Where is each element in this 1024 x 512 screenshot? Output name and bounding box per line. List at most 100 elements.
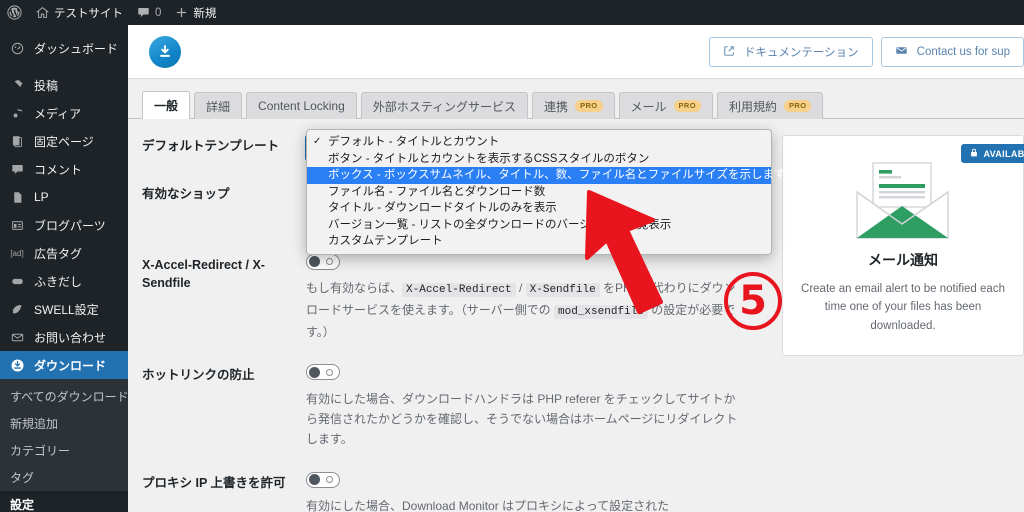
external-link-icon bbox=[723, 45, 735, 60]
sidebar-item-ad-tags[interactable]: [ad] 広告タグ bbox=[0, 239, 128, 267]
envelope-icon bbox=[895, 44, 908, 60]
setting-label: X-Accel-Redirect / X-Sendfile bbox=[142, 257, 265, 291]
plus-icon bbox=[175, 6, 188, 19]
sidebar-item-media[interactable]: メディア bbox=[0, 99, 128, 127]
default-template-dropdown[interactable]: ✓ デフォルト - タイトルとカウント ボタン - タイトルとカウントを表示する… bbox=[306, 129, 796, 255]
tab-email[interactable]: メール PRO bbox=[618, 92, 713, 119]
sidebar-item-blog-parts[interactable]: ブログパーツ bbox=[0, 211, 128, 239]
sidebar-item-download[interactable]: ダウンロード bbox=[0, 351, 128, 379]
x-accel-toggle[interactable] bbox=[306, 253, 340, 270]
setting-row-hotlink: ホットリンクの防止 有効にした場合、ダウンロードハンドラは PHP refere… bbox=[142, 364, 768, 450]
content-area: ドキュメンテーション Contact us for sup 一般 詳細 Cont… bbox=[128, 25, 1024, 512]
tab-integration[interactable]: 連携 PRO bbox=[532, 92, 615, 119]
tab-label: メール bbox=[630, 99, 667, 114]
tab-terms[interactable]: 利用規約 PRO bbox=[716, 92, 824, 119]
code-x-sendfile: X-Sendfile bbox=[525, 283, 600, 298]
new-content-item[interactable]: 新規 bbox=[168, 0, 223, 25]
tab-label: 詳細 bbox=[206, 99, 231, 114]
dropdown-option[interactable]: ✓ デフォルト - タイトルとカウント bbox=[307, 134, 771, 151]
sidebar-item-dashboard[interactable]: ダッシュボード bbox=[0, 34, 128, 62]
settings-column: デフォルトテンプレート ✓ デフォルト - タイトルとカウント ボタン - タイ… bbox=[142, 129, 796, 512]
blocks-icon bbox=[8, 219, 26, 232]
tab-general[interactable]: 一般 bbox=[142, 91, 191, 119]
dropdown-option-highlighted[interactable]: ボックス - ボックスサムネイル、タイトル、数、ファイル名とファイルサイズを示し… bbox=[307, 167, 796, 184]
dropdown-option[interactable]: カスタムテンプレート bbox=[307, 233, 771, 250]
home-icon bbox=[36, 6, 49, 19]
documentation-button[interactable]: ドキュメンテーション bbox=[708, 37, 873, 67]
hotlink-toggle[interactable] bbox=[306, 364, 340, 381]
sidebar-item-comments[interactable]: コメント bbox=[0, 155, 128, 183]
sidebar-item-posts[interactable]: 投稿 bbox=[0, 71, 128, 99]
header-actions: ドキュメンテーション Contact us for sup bbox=[708, 37, 1024, 67]
toggle-knob bbox=[309, 366, 320, 378]
dropdown-option-label: ボタン - タイトルとカウントを表示するCSSスタイルのボタン bbox=[328, 152, 650, 165]
sidebar-item-balloon[interactable]: ふきだし bbox=[0, 267, 128, 295]
setting-field: もし有効ならば、 X-Accel-Redirect / X-Sendfile をP… bbox=[306, 253, 768, 342]
dashboard-icon bbox=[8, 42, 26, 55]
tab-external-hosting[interactable]: 外部ホスティングサービス bbox=[360, 92, 529, 119]
sidebar-item-lp[interactable]: LP bbox=[0, 183, 128, 211]
submenu-item-all-downloads[interactable]: すべてのダウンロード bbox=[0, 383, 129, 410]
comments-item[interactable]: 0 bbox=[130, 0, 168, 25]
code-x-accel-redirect: X-Accel-Redirect bbox=[402, 283, 516, 298]
dropdown-option[interactable]: ファイル名 - ファイル名とダウンロード数 bbox=[307, 184, 771, 201]
promo-card-email-notification: AVAILABLE WITH bbox=[782, 135, 1024, 357]
setting-row-proxy-ip: プロキシ IP 上書きを許可 有効にした場合、Download Monitor … bbox=[142, 471, 768, 512]
dropdown-option-label: カスタムテンプレート bbox=[328, 235, 443, 247]
dropdown-option[interactable]: ボタン - タイトルとカウントを表示するCSSスタイルのボタン bbox=[307, 151, 771, 168]
menu-spacer-top bbox=[0, 25, 128, 34]
dropdown-option-label: ファイル名 - ファイル名とダウンロード数 bbox=[328, 185, 546, 198]
tab-label: 利用規約 bbox=[728, 99, 777, 114]
comments-count: 0 bbox=[155, 6, 162, 19]
dropdown-option[interactable]: バージョン一覧 - リストの全ダウンロードのバージョンを一覧表示 bbox=[307, 217, 771, 234]
toggle-hole bbox=[326, 368, 333, 376]
sidebar-item-label: ダウンロード bbox=[34, 358, 107, 373]
sidebar-item-pages[interactable]: 固定ページ bbox=[0, 127, 128, 155]
sidebar-item-swell[interactable]: SWELL設定 bbox=[0, 295, 128, 323]
open-envelope-icon bbox=[799, 162, 1007, 240]
submenu-item-settings[interactable]: 設定 bbox=[0, 491, 128, 512]
toggle-knob bbox=[309, 474, 320, 486]
plugin-header: ドキュメンテーション Contact us for sup bbox=[128, 25, 1024, 79]
setting-label: デフォルトテンプレート bbox=[142, 139, 280, 153]
wordpress-logo-item[interactable] bbox=[0, 0, 29, 25]
setting-row-default-template: デフォルトテンプレート ✓ デフォルト - タイトルとカウント ボタン - タイ… bbox=[142, 129, 796, 255]
sidebar-item-label: SWELL設定 bbox=[34, 302, 99, 317]
tab-content-locking[interactable]: Content Locking bbox=[246, 92, 357, 119]
admin-sidebar: ダッシュボード 投稿 メディア 固定ページ コメント LP ブログパーツ [ad… bbox=[0, 25, 129, 512]
sidebar-item-label: ふきだし bbox=[34, 274, 83, 289]
pin-icon bbox=[8, 79, 26, 92]
pro-badge: PRO bbox=[673, 100, 701, 112]
setting-description: もし有効ならば、 X-Accel-Redirect / X-Sendfile をP… bbox=[306, 278, 746, 342]
proxy-ip-toggle[interactable] bbox=[306, 471, 340, 488]
promo-title: メール通知 bbox=[868, 252, 938, 268]
screen: テストサイト 0 新規 ダッシュボード 投稿 メディア 固定ページ コメント L… bbox=[0, 0, 1024, 512]
download-icon bbox=[8, 358, 26, 373]
sidebar-item-label: コメント bbox=[34, 162, 83, 177]
tab-advanced[interactable]: 詳細 bbox=[194, 92, 243, 119]
download-submenu: すべてのダウンロード 新規追加 カテゴリー タグ 設定 bbox=[0, 379, 129, 512]
tab-label: 外部ホスティングサービス bbox=[372, 99, 517, 114]
sidebar-item-label: ダッシュボード bbox=[34, 41, 119, 56]
download-circle-icon bbox=[149, 35, 181, 68]
lock-icon bbox=[970, 148, 978, 159]
desc-part-2: / bbox=[515, 281, 526, 296]
pro-badge: PRO bbox=[784, 100, 812, 112]
admin-bar: テストサイト 0 新規 bbox=[0, 0, 1024, 25]
wordpress-icon bbox=[7, 5, 22, 20]
submenu-item-tags[interactable]: タグ bbox=[0, 464, 128, 491]
submenu-item-categories[interactable]: カテゴリー bbox=[0, 437, 128, 464]
ad-icon: [ad] bbox=[10, 248, 24, 258]
sidebar-item-label: LP bbox=[34, 190, 49, 204]
dropdown-option[interactable]: タイトル - ダウンロードタイトルのみを表示 bbox=[307, 200, 771, 217]
page-icon bbox=[8, 191, 26, 204]
sidebar-item-contact[interactable]: お問い合わせ bbox=[0, 323, 128, 351]
setting-field: 有効にした場合、ダウンロードハンドラは PHP referer をチェックしてサ… bbox=[306, 364, 768, 450]
contact-support-button[interactable]: Contact us for sup bbox=[880, 37, 1024, 67]
setting-description: 有効にした場合、ダウンロードハンドラは PHP referer をチェックしてサ… bbox=[306, 391, 738, 447]
submenu-item-add-new[interactable]: 新規追加 bbox=[0, 410, 128, 437]
settings-tabs: 一般 詳細 Content Locking 外部ホスティングサービス 連携 PR… bbox=[128, 79, 1024, 119]
dropdown-option-label: バージョン一覧 - リストの全ダウンロードのバージョンを一覧表示 bbox=[328, 218, 672, 231]
documentation-button-label: ドキュメンテーション bbox=[743, 47, 859, 59]
site-name-item[interactable]: テストサイト bbox=[29, 0, 130, 25]
